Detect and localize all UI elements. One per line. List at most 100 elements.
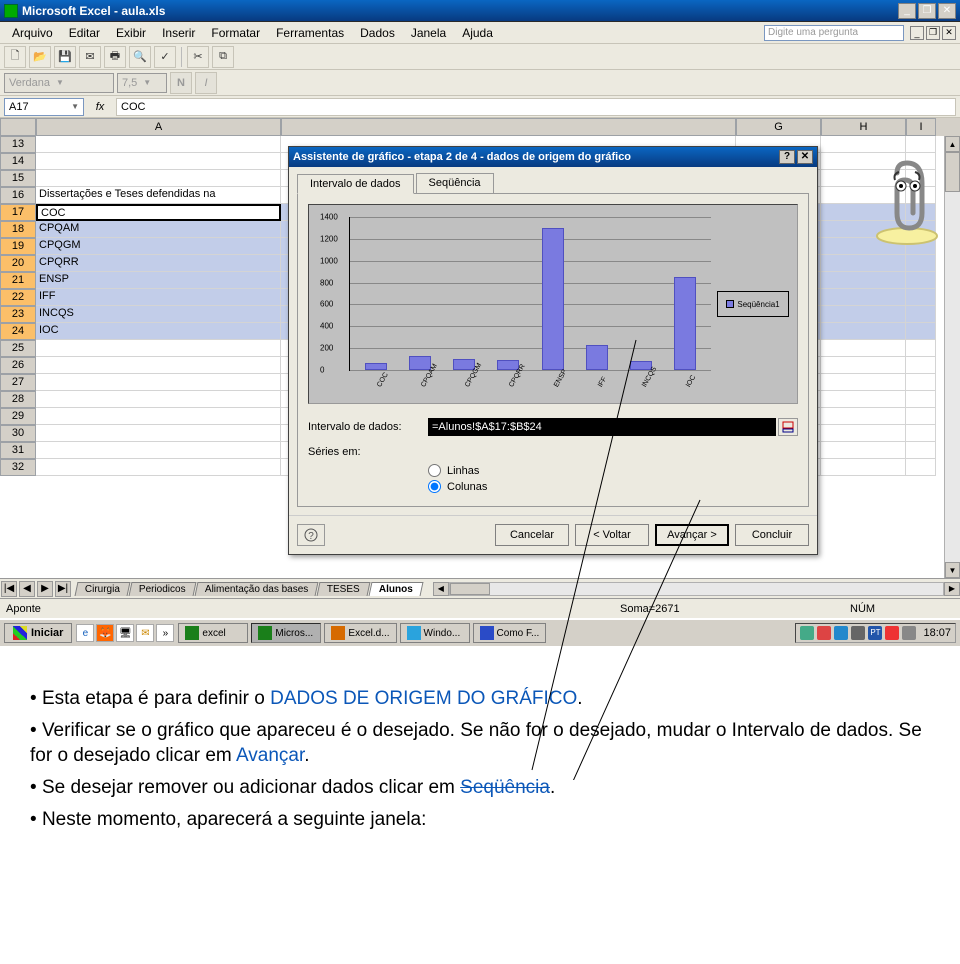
cell[interactable] — [36, 340, 281, 357]
wizard-tab-series[interactable]: Seqüência — [416, 173, 494, 193]
tab-last-icon[interactable]: ▶| — [55, 581, 71, 597]
tray-icon-1[interactable] — [800, 626, 814, 640]
row-header[interactable]: 21 — [0, 272, 36, 289]
row-header[interactable]: 22 — [0, 289, 36, 306]
name-box[interactable]: A17▼ — [4, 98, 84, 116]
cell[interactable] — [36, 374, 281, 391]
window-minimize-button[interactable]: _ — [898, 3, 916, 19]
cell[interactable] — [821, 374, 906, 391]
tray-icon-6[interactable] — [902, 626, 916, 640]
cell[interactable]: Dissertações e Teses defendidas na — [36, 187, 281, 204]
cell[interactable]: IOC — [36, 323, 281, 340]
column-header-H[interactable]: H — [821, 118, 906, 136]
taskbar-clock[interactable]: 18:07 — [923, 627, 951, 639]
ask-a-question-box[interactable]: Digite uma pergunta — [764, 25, 904, 41]
cell[interactable] — [906, 136, 936, 153]
row-header[interactable]: 29 — [0, 408, 36, 425]
cell[interactable] — [821, 306, 906, 323]
menu-formatar[interactable]: Formatar — [203, 24, 268, 42]
quicklaunch-desktop-icon[interactable]: 🖥 — [116, 624, 134, 642]
print-icon[interactable]: 🖶 — [104, 46, 126, 68]
radio-cols[interactable] — [428, 480, 441, 493]
cell[interactable] — [821, 391, 906, 408]
row-header[interactable]: 31 — [0, 442, 36, 459]
row-header[interactable]: 16 — [0, 187, 36, 204]
cell[interactable] — [906, 391, 936, 408]
cell[interactable] — [906, 272, 936, 289]
hscroll-left-icon[interactable]: ◀ — [433, 582, 449, 596]
cell[interactable]: IFF — [36, 289, 281, 306]
tray-icon-4[interactable] — [851, 626, 865, 640]
cell[interactable] — [906, 340, 936, 357]
open-icon[interactable]: 📂 — [29, 46, 51, 68]
office-assistant-clippy[interactable] — [862, 158, 952, 248]
wizard-cancel-button[interactable]: Cancelar — [495, 524, 569, 546]
cell[interactable]: CPQRR — [36, 255, 281, 272]
cell[interactable]: COC — [36, 204, 281, 221]
hscroll-right-icon[interactable]: ▶ — [944, 582, 960, 596]
cell[interactable] — [821, 459, 906, 476]
spreadsheet-grid[interactable]: A G H I 13141516Dissertações e Teses def… — [0, 118, 960, 578]
taskbar-task[interactable]: Windo... — [400, 623, 470, 643]
cell[interactable] — [36, 408, 281, 425]
scroll-up-icon[interactable]: ▲ — [945, 136, 960, 152]
print-preview-icon[interactable]: 🔍 — [129, 46, 151, 68]
tray-icon-3[interactable] — [834, 626, 848, 640]
row-header[interactable]: 17 — [0, 204, 36, 221]
row-header[interactable]: 18 — [0, 221, 36, 238]
window-close-button[interactable]: ✕ — [938, 3, 956, 19]
data-range-input[interactable]: =Alunos!$A$17:$B$24 — [428, 418, 776, 436]
taskbar-task[interactable]: Micros... — [251, 623, 321, 643]
sheet-tab[interactable]: Cirurgia — [75, 582, 131, 596]
wizard-titlebar[interactable]: Assistente de gráfico - etapa 2 de 4 - d… — [289, 147, 817, 167]
save-icon[interactable]: 💾 — [54, 46, 76, 68]
cell[interactable] — [906, 374, 936, 391]
row-header[interactable]: 23 — [0, 306, 36, 323]
row-header[interactable]: 14 — [0, 153, 36, 170]
horizontal-scrollbar[interactable]: ◀ ▶ — [433, 582, 960, 596]
cell[interactable] — [36, 459, 281, 476]
cell[interactable] — [821, 442, 906, 459]
hscroll-thumb[interactable] — [450, 583, 490, 595]
quicklaunch-outlook-icon[interactable]: ✉ — [136, 624, 154, 642]
cell[interactable]: INCQS — [36, 306, 281, 323]
row-header[interactable]: 19 — [0, 238, 36, 255]
cell[interactable] — [906, 442, 936, 459]
cut-icon[interactable]: ✂ — [187, 46, 209, 68]
quicklaunch-more-icon[interactable]: » — [156, 624, 174, 642]
row-header[interactable]: 30 — [0, 425, 36, 442]
fx-icon[interactable]: fx — [90, 101, 110, 113]
scroll-down-icon[interactable]: ▼ — [945, 562, 960, 578]
cell[interactable] — [36, 136, 281, 153]
tab-prev-icon[interactable]: ◀ — [19, 581, 35, 597]
cell[interactable] — [906, 408, 936, 425]
doc-restore-button[interactable]: ❐ — [926, 26, 940, 40]
sheet-tab[interactable]: Periodicos — [129, 582, 197, 596]
row-header[interactable]: 32 — [0, 459, 36, 476]
menu-ferramentas[interactable]: Ferramentas — [268, 24, 352, 42]
mail-icon[interactable]: ✉ — [79, 46, 101, 68]
row-header[interactable]: 24 — [0, 323, 36, 340]
cell[interactable] — [36, 170, 281, 187]
row-header[interactable]: 13 — [0, 136, 36, 153]
taskbar-task[interactable]: Excel.d... — [324, 623, 396, 643]
collapse-dialog-icon[interactable] — [778, 418, 798, 436]
taskbar-task[interactable]: excel — [178, 623, 248, 643]
cell[interactable] — [906, 357, 936, 374]
spellcheck-icon[interactable]: ✓ — [154, 46, 176, 68]
cell[interactable] — [821, 272, 906, 289]
quicklaunch-firefox-icon[interactable]: 🦊 — [96, 624, 114, 642]
menu-arquivo[interactable]: Arquivo — [4, 24, 61, 42]
select-all-corner[interactable] — [0, 118, 36, 136]
wizard-next-button[interactable]: Avançar > — [655, 524, 729, 546]
row-header[interactable]: 20 — [0, 255, 36, 272]
font-size-dropdown[interactable]: 7,5▼ — [117, 73, 167, 93]
cell[interactable] — [36, 425, 281, 442]
sheet-tab[interactable]: TESES — [317, 582, 371, 596]
doc-close-button[interactable]: ✕ — [942, 26, 956, 40]
cell[interactable] — [906, 459, 936, 476]
menu-exibir[interactable]: Exibir — [108, 24, 154, 42]
wizard-help-button[interactable]: ? — [297, 524, 325, 546]
column-header-A[interactable]: A — [36, 118, 281, 136]
row-header[interactable]: 25 — [0, 340, 36, 357]
